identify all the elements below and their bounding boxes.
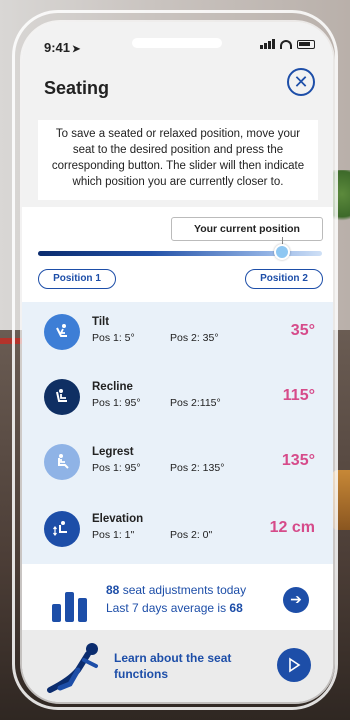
- signal-icon: [260, 39, 275, 49]
- system-icons: [260, 39, 315, 49]
- play-button[interactable]: [277, 648, 311, 682]
- stats-average: 68: [229, 601, 243, 615]
- adjustments-panel: Tilt Pos 1: 5° Pos 2: 35° 35° Recline Po…: [22, 302, 333, 564]
- close-button[interactable]: ✕: [287, 68, 315, 96]
- legrest-icon: [44, 444, 80, 480]
- adjustment-row-elevation[interactable]: Elevation Pos 1: 1" Pos 2: 0" 12 cm: [22, 499, 333, 564]
- adjustment-value: 12 cm: [269, 519, 315, 536]
- stats-arrow-button[interactable]: ➔: [283, 587, 309, 613]
- dynamic-island: [132, 38, 222, 48]
- arrow-right-icon: ➔: [290, 591, 302, 607]
- adjustment-value: 115°: [282, 387, 315, 404]
- adjustment-pos1: Pos 1: 95°: [92, 397, 141, 409]
- header-area: 9:41 ➤ Seating ✕ To save a seated or rela…: [22, 22, 333, 207]
- play-icon: [289, 657, 301, 673]
- adjustment-row-recline[interactable]: Recline Pos 1: 95° Pos 2:115° 115°: [22, 367, 333, 432]
- close-icon: ✕: [293, 72, 309, 92]
- adjustment-pos2: Pos 2:115°: [170, 397, 221, 409]
- tilt-icon: [44, 314, 80, 350]
- position-slider-knob[interactable]: [274, 244, 291, 260]
- recline-icon: [44, 379, 80, 415]
- adjustment-pos2: Pos 2: 0": [170, 529, 213, 541]
- stats-line1: seat adjustments today: [122, 583, 247, 597]
- battery-icon: [297, 39, 315, 49]
- stats-count: 88: [106, 583, 120, 597]
- adjustment-value: 135°: [281, 452, 315, 469]
- adjustment-pos1: Pos 1: 5°: [92, 332, 135, 344]
- current-position-label: Your current position: [171, 217, 323, 241]
- learn-card[interactable]: Learn about the seat functions: [22, 630, 333, 702]
- location-arrow-icon: ➤: [72, 44, 81, 55]
- adjustment-name: Elevation: [92, 513, 144, 525]
- instructions-text: To save a seated or relaxed position, mo…: [38, 120, 318, 200]
- adjustment-pos2: Pos 2: 135°: [170, 462, 225, 474]
- stats-line2: Last 7 days average is: [106, 601, 227, 615]
- stats-text: 88 seat adjustments today Last 7 days av…: [106, 581, 246, 617]
- status-time: 9:41 ➤: [44, 40, 80, 55]
- status-time-text: 9:41: [44, 40, 71, 55]
- stats-card[interactable]: 88 seat adjustments today Last 7 days av…: [22, 564, 333, 630]
- position-section: Your current position Position 1 Positio…: [22, 207, 333, 302]
- adjustment-pos1: Pos 1: 95°: [92, 462, 141, 474]
- wifi-icon: [280, 39, 292, 49]
- adjustment-name: Legrest: [92, 446, 134, 458]
- adjustment-pos1: Pos 1: 1": [92, 529, 135, 541]
- elevation-icon: [44, 511, 80, 547]
- position-2-button[interactable]: Position 2: [245, 269, 323, 289]
- adjustment-value: 35°: [290, 322, 315, 339]
- position-1-button[interactable]: Position 1: [38, 269, 116, 289]
- adjustment-pos2: Pos 2: 35°: [170, 332, 219, 344]
- bar-chart-icon: [52, 582, 92, 622]
- learn-label: Learn about the seat functions: [114, 651, 232, 681]
- page-title: Seating: [44, 78, 110, 98]
- adjustment-name: Recline: [92, 381, 133, 393]
- seated-figure-icon: [40, 640, 110, 694]
- adjustment-row-tilt[interactable]: Tilt Pos 1: 5° Pos 2: 35° 35°: [22, 302, 333, 367]
- adjustment-row-legrest[interactable]: Legrest Pos 1: 95° Pos 2: 135° 135°: [22, 432, 333, 497]
- adjustment-name: Tilt: [92, 316, 110, 328]
- status-bar: 9:41 ➤: [22, 22, 333, 62]
- phone-screen: 9:41 ➤ Seating ✕ To save a seated or rela…: [22, 22, 333, 702]
- camera-dot: [210, 38, 220, 48]
